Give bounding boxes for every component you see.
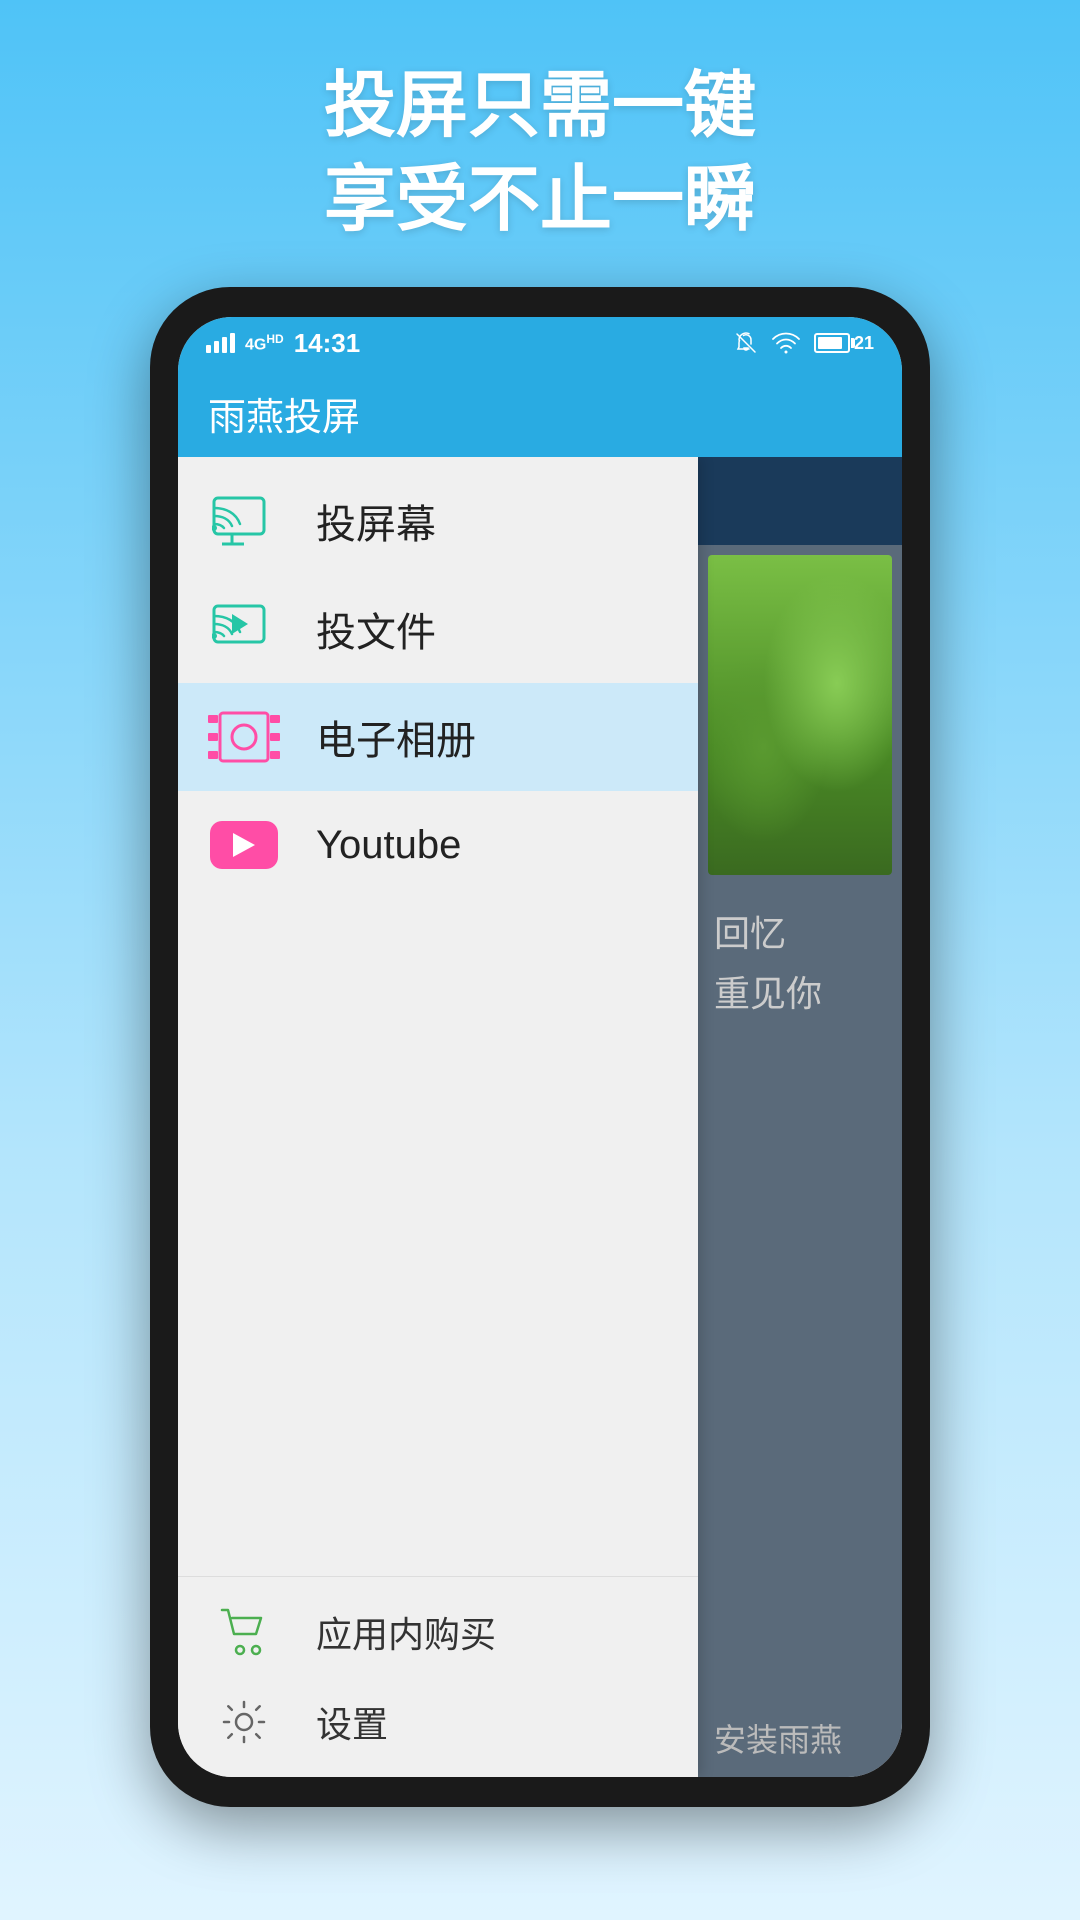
phone-frame: 4GHD 14:31 — [150, 287, 930, 1807]
status-time: 14:31 — [294, 328, 361, 359]
bottom-text-area: 安装雨燕 — [698, 1037, 902, 1777]
bottom-label-settings: 设置 — [316, 1696, 388, 1748]
menu-label-album: 电子相册 — [316, 708, 476, 766]
right-panel-top — [698, 457, 902, 545]
battery-level: 21 — [854, 333, 874, 354]
drawer-bottom: 应用内购买 设置 — [178, 1576, 698, 1777]
menu-label-youtube: Youtube — [316, 823, 461, 868]
settings-icon — [208, 1696, 280, 1748]
cart-icon — [208, 1606, 280, 1658]
bottom-item-settings[interactable]: 设置 — [178, 1677, 698, 1767]
right-panel: 回忆 重见你 安装雨燕 — [698, 457, 902, 1777]
album-icon — [208, 711, 280, 763]
wifi-icon — [772, 332, 800, 354]
headline-line2: 享受不止一瞬 — [324, 154, 756, 248]
menu-item-cast-screen[interactable]: 投屏幕 — [178, 467, 698, 575]
menu-items: 投屏幕 — [178, 457, 698, 1576]
overlay-text2: 重见你 — [714, 965, 886, 1017]
cast-file-icon — [208, 603, 280, 655]
network-type: 4GHD — [245, 332, 284, 354]
status-right: 21 — [734, 331, 874, 355]
status-left: 4GHD 14:31 — [206, 328, 360, 359]
menu-item-cast-file[interactable]: 投文件 — [178, 575, 698, 683]
app-title: 雨燕投屏 — [208, 386, 360, 441]
drawer: 投屏幕 — [178, 457, 698, 1777]
content-area: 投屏幕 — [178, 457, 902, 1777]
app-bar: 雨燕投屏 — [178, 369, 902, 457]
install-text: 安装雨燕 — [714, 1715, 842, 1761]
menu-label-cast-screen: 投屏幕 — [316, 492, 436, 550]
cast-screen-icon — [208, 495, 280, 547]
headline-line1: 投屏只需一键 — [324, 60, 756, 154]
photo-container — [698, 545, 902, 885]
text-overlay: 回忆 重见你 — [698, 885, 902, 1037]
overlay-text1: 回忆 — [714, 905, 886, 957]
menu-label-cast-file: 投文件 — [316, 600, 436, 658]
mute-icon — [734, 331, 758, 355]
menu-item-youtube[interactable]: Youtube — [178, 791, 698, 899]
photo-thumbnail — [708, 555, 892, 875]
status-bar: 4GHD 14:31 — [178, 317, 902, 369]
bottom-item-purchase[interactable]: 应用内购买 — [178, 1587, 698, 1677]
menu-item-album[interactable]: 电子相册 — [178, 683, 698, 791]
signal-icon — [206, 333, 235, 353]
bottom-label-purchase: 应用内购买 — [316, 1606, 496, 1658]
battery-indicator: 21 — [814, 333, 874, 354]
youtube-icon — [208, 819, 280, 871]
headline: 投屏只需一键 享受不止一瞬 — [324, 60, 756, 247]
phone-screen: 4GHD 14:31 — [178, 317, 902, 1777]
